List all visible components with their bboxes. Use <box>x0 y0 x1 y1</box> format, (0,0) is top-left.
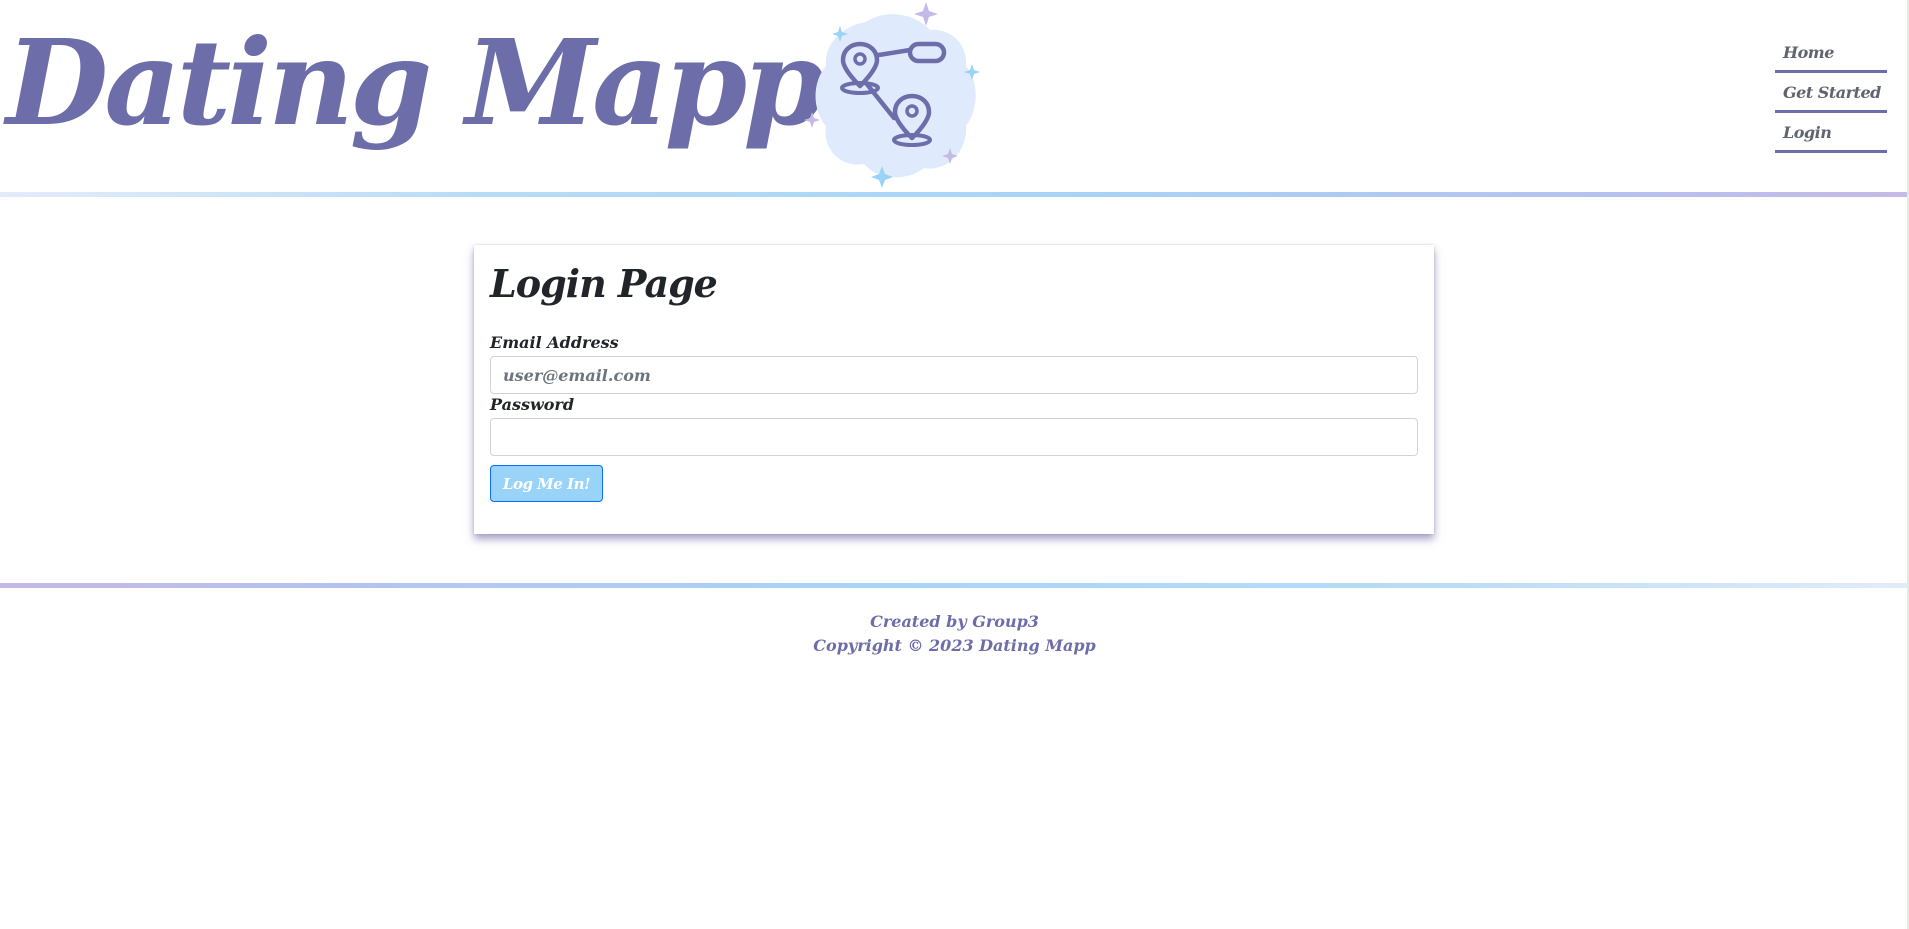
main-nav: Home Get Started Login <box>1775 35 1887 153</box>
email-field[interactable] <box>490 356 1418 394</box>
header-divider <box>0 192 1909 197</box>
password-field[interactable] <box>490 418 1418 456</box>
footer-credit: Created by Group3 <box>870 612 1039 631</box>
map-route-pins-icon <box>804 2 980 188</box>
nav-item-login[interactable]: Login <box>1775 115 1887 153</box>
email-label: Email Address <box>490 333 619 352</box>
site-header: Dating Mapp Home Get Started Login <box>0 0 1909 192</box>
nav-item-get-started[interactable]: Get Started <box>1775 75 1887 113</box>
brand-title: Dating Mapp <box>6 13 826 152</box>
footer-copyright: Copyright © 2023 Dating Mapp <box>813 636 1096 655</box>
footer-divider <box>0 583 1909 588</box>
password-label: Password <box>490 395 575 414</box>
site-footer: Created by Group3 Copyright © 2023 Datin… <box>0 610 1909 658</box>
page-title: Login Page <box>490 261 718 306</box>
login-card: Login Page Email Address Password Log Me… <box>474 245 1434 534</box>
login-button[interactable]: Log Me In! <box>490 465 603 502</box>
nav-item-home[interactable]: Home <box>1775 35 1887 73</box>
